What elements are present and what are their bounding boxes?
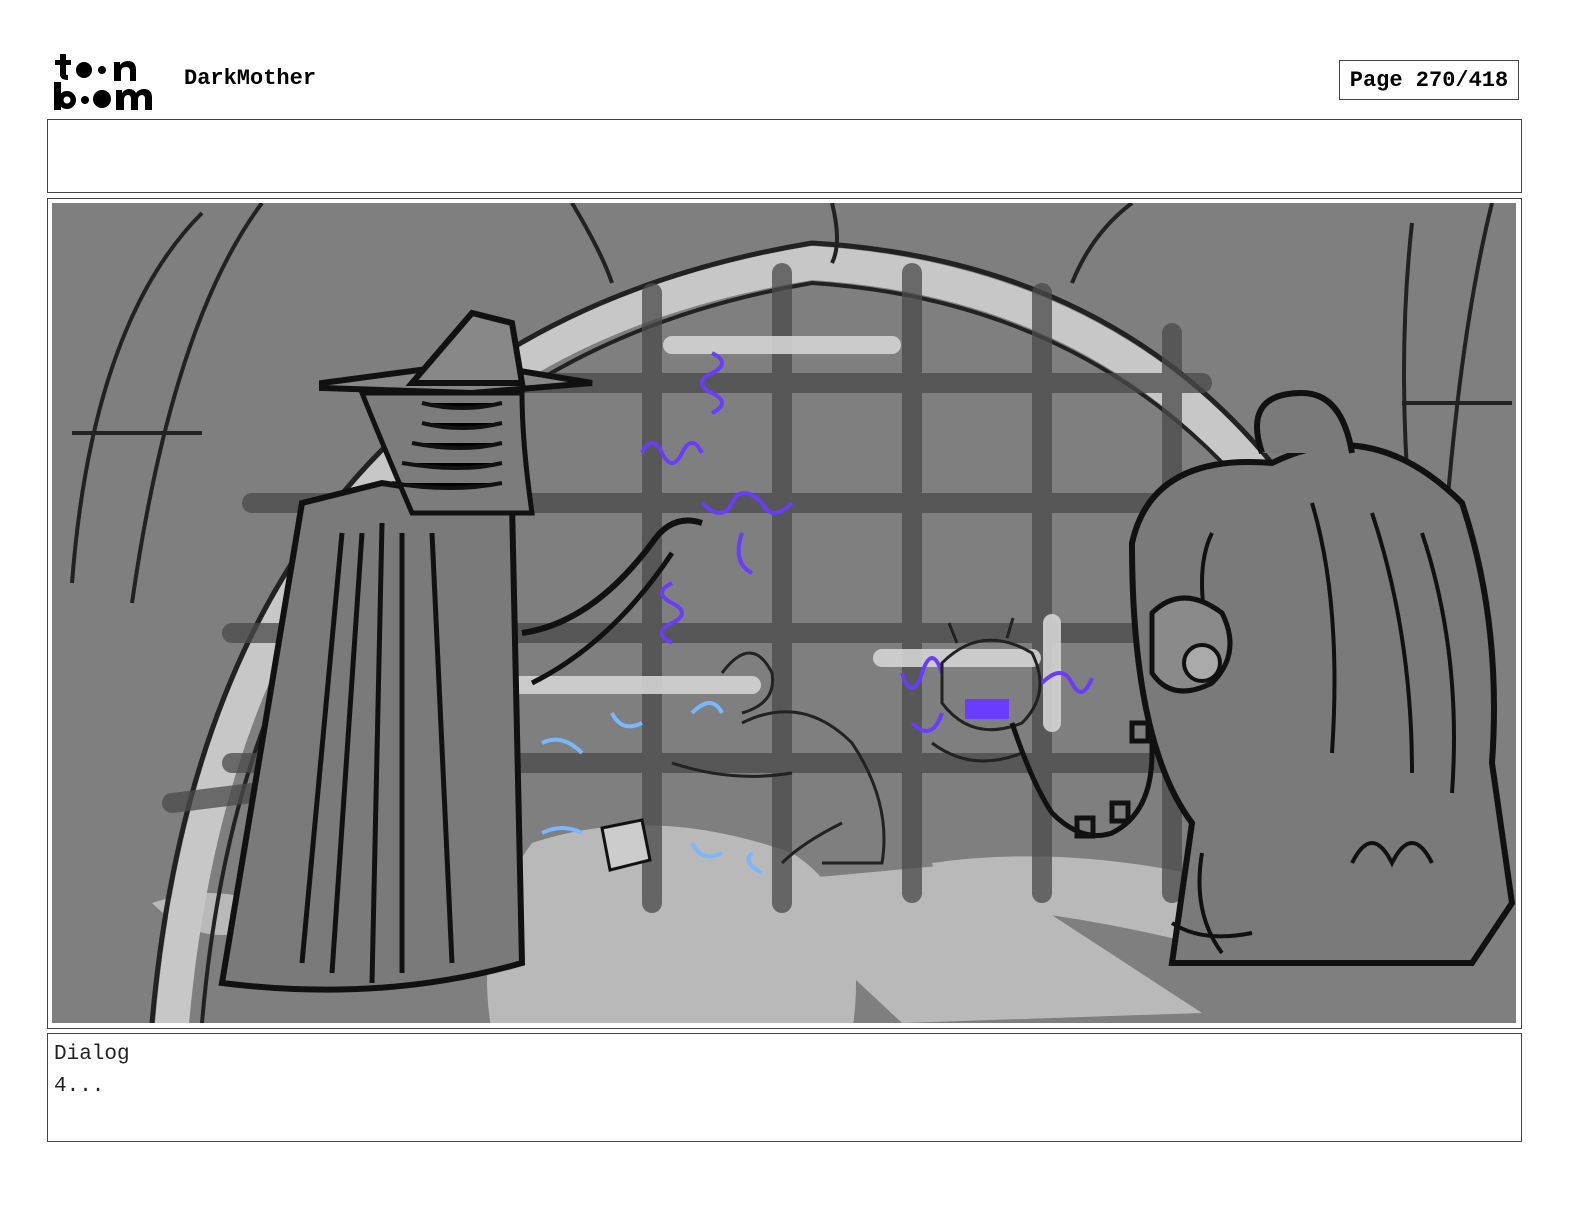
dialog-box: Dialog 4... xyxy=(47,1033,1522,1142)
notes-box xyxy=(47,119,1522,193)
toon-boom-logo xyxy=(54,54,152,110)
storyboard-panel xyxy=(47,198,1522,1029)
panel-sketch xyxy=(52,203,1516,1023)
page-number-badge: Page 270/418 xyxy=(1339,60,1519,100)
dialog-label: Dialog xyxy=(54,1043,130,1066)
dialog-text: 4... xyxy=(54,1075,105,1098)
project-title: DarkMother xyxy=(184,66,317,91)
